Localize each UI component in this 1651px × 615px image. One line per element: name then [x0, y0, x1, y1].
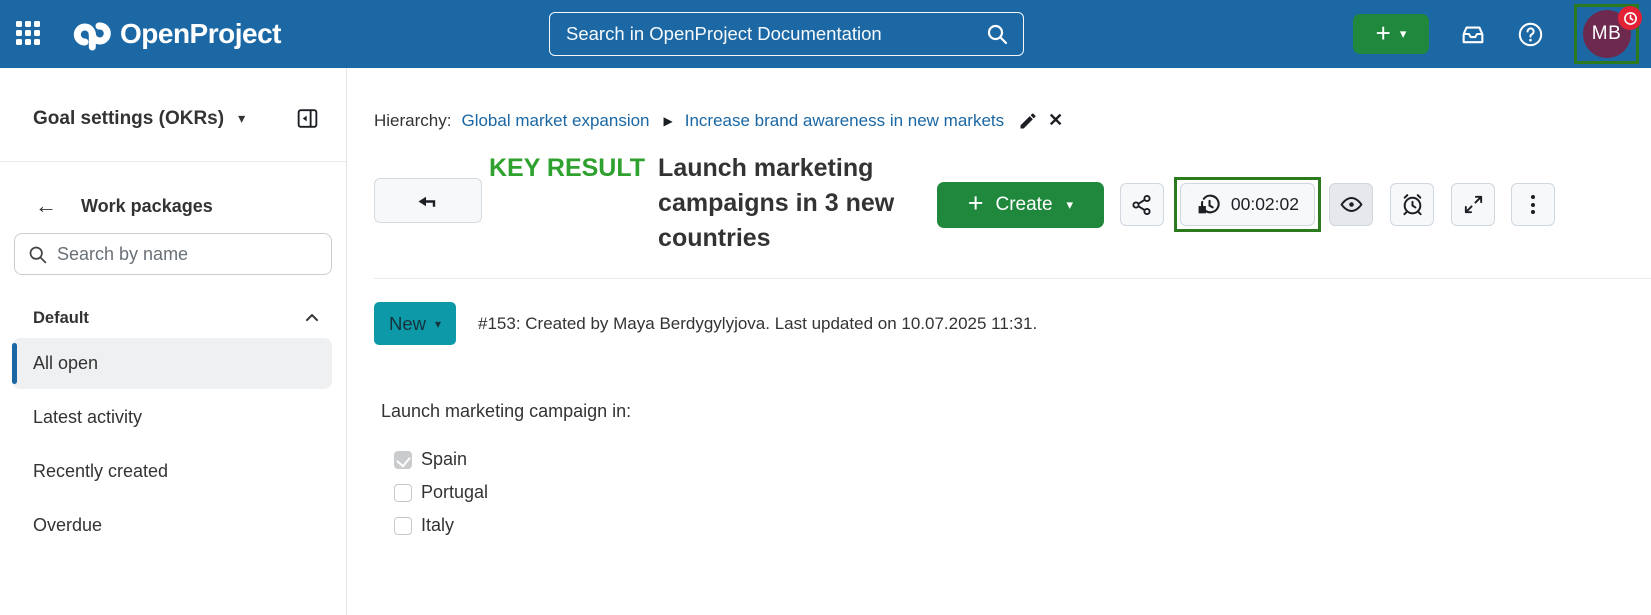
- top-right-actions: + ▾ MB: [1353, 0, 1643, 68]
- project-title[interactable]: Goal settings (OKRs): [33, 108, 224, 130]
- global-create-button[interactable]: + ▾: [1353, 14, 1429, 54]
- work-package-meta: #153: Created by Maya Berdygylyjova. Las…: [478, 314, 1037, 334]
- sidebar-search-input[interactable]: [57, 244, 319, 265]
- chevron-down-icon: ▾: [1067, 197, 1074, 213]
- sidebar-item-label: All open: [33, 353, 98, 374]
- avatar-highlight-box: MB: [1574, 4, 1639, 64]
- description-intro: Launch marketing campaign in:: [381, 401, 1651, 422]
- content-divider: [374, 278, 1651, 279]
- more-options-kebab-button[interactable]: [1511, 183, 1555, 226]
- create-button[interactable]: + Create ▾: [937, 182, 1104, 228]
- checkbox-label: Italy: [421, 515, 454, 536]
- hierarchy-label: Hierarchy:: [374, 111, 451, 131]
- breadcrumb: Hierarchy: Global market expansion ▶ Inc…: [374, 110, 1651, 131]
- global-search[interactable]: [549, 12, 1024, 56]
- sidebar-item-overdue[interactable]: Overdue: [12, 500, 332, 551]
- back-arrow-icon[interactable]: ←: [35, 195, 57, 217]
- openproject-logo[interactable]: OpenProject: [72, 14, 281, 54]
- apps-grid-icon[interactable]: [16, 21, 42, 47]
- search-icon: [27, 244, 48, 265]
- help-icon[interactable]: [1517, 21, 1544, 48]
- timer-value: 00:02:02: [1231, 194, 1299, 215]
- list-item: Italy: [394, 515, 1651, 536]
- country-checklist: Spain Portugal Italy: [394, 449, 1651, 536]
- section-default-label: Default: [33, 309, 89, 328]
- stopwatch-icon: [1196, 192, 1221, 217]
- chevron-down-icon: ▾: [435, 317, 441, 331]
- sidebar-item-all-open[interactable]: All open: [12, 338, 332, 389]
- status-label: New: [389, 313, 426, 335]
- chevron-down-icon: ▾: [1400, 26, 1407, 42]
- toolbar: + Create ▾: [937, 177, 1555, 232]
- top-bar: OpenProject + ▾: [0, 0, 1651, 68]
- plus-icon: +: [1376, 20, 1391, 46]
- search-icon[interactable]: [985, 22, 1009, 46]
- description: Launch marketing campaign in: Spain Port…: [374, 401, 1651, 536]
- checkbox-label: Portugal: [421, 482, 488, 503]
- timer-badge-icon: [1618, 6, 1642, 30]
- sidebar: Goal settings (OKRs) ▾ ← Work packages: [0, 68, 347, 615]
- timer-button[interactable]: 00:02:02: [1180, 183, 1315, 226]
- watch-eye-button[interactable]: [1329, 183, 1373, 226]
- breadcrumb-separator-icon: ▶: [664, 114, 673, 128]
- work-package-type: KEY RESULT: [489, 151, 645, 186]
- breadcrumb-link-parent[interactable]: Global market expansion: [461, 111, 649, 131]
- openproject-logo-icon: [72, 14, 112, 54]
- project-caret-icon[interactable]: ▾: [238, 110, 245, 127]
- sidebar-item-latest-activity[interactable]: Latest activity: [12, 392, 332, 443]
- list-item: Portugal: [394, 482, 1651, 503]
- global-search-input[interactable]: [566, 23, 985, 45]
- work-package-detail: Hierarchy: Global market expansion ▶ Inc…: [347, 68, 1651, 615]
- status-badge[interactable]: New ▾: [374, 302, 456, 345]
- checkbox-spain[interactable]: [394, 451, 412, 469]
- share-button[interactable]: [1120, 183, 1164, 226]
- reminder-alarm-button[interactable]: [1390, 183, 1434, 226]
- sidebar-item-label: Overdue: [33, 515, 102, 536]
- page-title[interactable]: Launch marketing campaigns in 3 new coun…: [658, 151, 921, 256]
- breadcrumb-link-current[interactable]: Increase brand awareness in new markets: [685, 111, 1004, 131]
- list-item: Spain: [394, 449, 1651, 470]
- sidebar-filter-list: All open Latest activity Recently create…: [0, 338, 346, 551]
- logo-text: OpenProject: [120, 18, 281, 50]
- work-packages-label: Work packages: [81, 196, 213, 217]
- back-to-list-button[interactable]: [374, 178, 482, 223]
- checkbox-label: Spain: [421, 449, 467, 470]
- create-button-label: Create: [995, 194, 1052, 216]
- checkbox-portugal[interactable]: [394, 484, 412, 502]
- sidebar-item-label: Latest activity: [33, 407, 142, 428]
- sidebar-item-label: Recently created: [33, 461, 168, 482]
- edit-pencil-icon[interactable]: [1018, 111, 1038, 131]
- collapse-sidebar-icon[interactable]: [295, 106, 320, 131]
- timer-highlight-box: 00:02:02: [1174, 177, 1321, 232]
- sidebar-item-recently-created[interactable]: Recently created: [12, 446, 332, 497]
- checkbox-italy[interactable]: [394, 517, 412, 535]
- chevron-up-icon[interactable]: [302, 308, 322, 328]
- fullscreen-expand-button[interactable]: [1451, 183, 1495, 226]
- sidebar-divider: [0, 161, 346, 162]
- close-icon[interactable]: ✕: [1048, 110, 1063, 131]
- plus-icon: +: [968, 190, 984, 217]
- inbox-icon[interactable]: [1459, 20, 1487, 48]
- sidebar-search[interactable]: [14, 233, 332, 275]
